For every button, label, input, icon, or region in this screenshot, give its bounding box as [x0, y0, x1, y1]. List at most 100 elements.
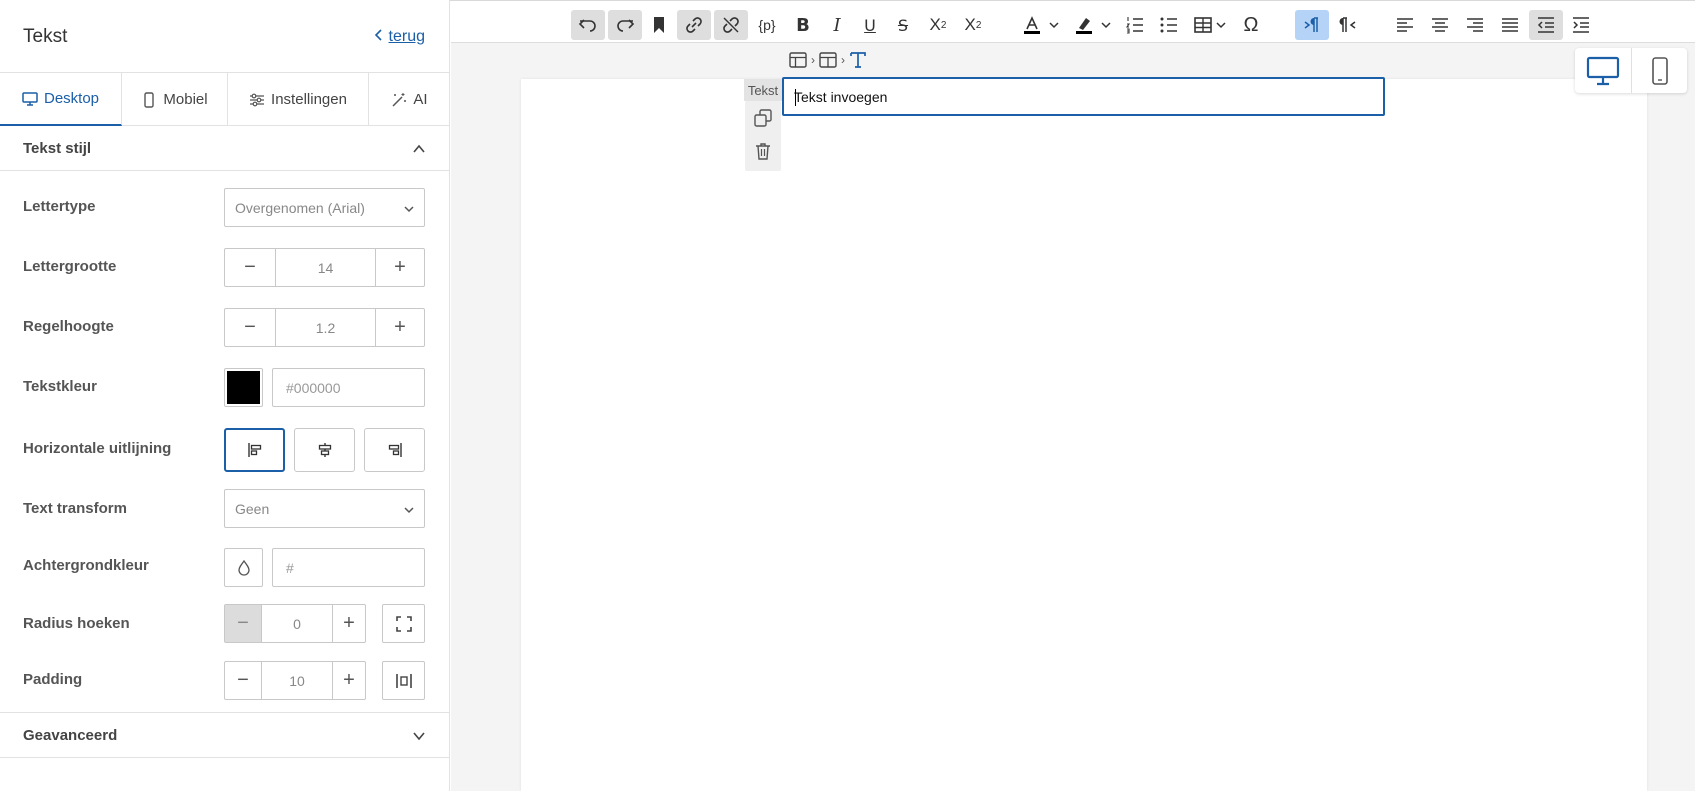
- tab-mobiel[interactable]: Mobiel: [122, 73, 228, 126]
- chevron-up-icon: [413, 144, 425, 153]
- text-color-swatch[interactable]: [224, 368, 263, 407]
- text-block-editor[interactable]: Tekst invoegen: [782, 77, 1385, 116]
- font-size-increment-button[interactable]: +: [376, 249, 424, 286]
- font-size-decrement-button[interactable]: −: [225, 249, 275, 286]
- tab-instellingen-label: Instellingen: [271, 91, 347, 108]
- align-center-text-button[interactable]: [1426, 10, 1454, 40]
- text-color-dropdown[interactable]: [1018, 10, 1064, 40]
- outdent-button[interactable]: [1529, 10, 1563, 40]
- text-transform-select[interactable]: Geen: [224, 489, 425, 528]
- droplet-icon: [237, 559, 250, 576]
- table-dropdown[interactable]: [1190, 10, 1230, 40]
- superscript-button[interactable]: X2: [958, 10, 988, 40]
- back-link[interactable]: terug: [374, 28, 425, 46]
- redo-button[interactable]: [608, 10, 642, 40]
- align-left-text-button[interactable]: [1391, 10, 1419, 40]
- text-transform-label: Text transform: [23, 500, 127, 517]
- bg-color-label: Achtergrondkleur: [23, 557, 149, 574]
- padding-label: Padding: [23, 671, 83, 688]
- text-color-fill: [227, 371, 260, 404]
- magic-wand-icon: [392, 92, 407, 107]
- tab-ai-label: AI: [413, 91, 428, 108]
- text-type-icon[interactable]: [848, 50, 868, 70]
- strikethrough-button[interactable]: S: [889, 10, 917, 40]
- line-height-value[interactable]: 1.2: [275, 309, 376, 346]
- trash-icon[interactable]: [753, 141, 773, 161]
- ltr-button[interactable]: [1295, 10, 1329, 40]
- radius-value[interactable]: 0: [261, 605, 333, 642]
- align-center-icon: [318, 443, 331, 457]
- preview-desktop-button[interactable]: [1575, 48, 1631, 93]
- undo-button[interactable]: [571, 10, 605, 40]
- unlink-button[interactable]: [714, 10, 748, 40]
- table-icon: [1194, 17, 1212, 33]
- italic-button[interactable]: I: [823, 10, 851, 40]
- radius-increment-button[interactable]: +: [333, 605, 365, 642]
- bg-color-input[interactable]: #: [272, 548, 425, 587]
- radius-decrement-button[interactable]: −: [225, 605, 261, 642]
- line-height-decrement-button[interactable]: −: [225, 309, 275, 346]
- bullet-list-button[interactable]: [1155, 10, 1183, 40]
- special-character-button[interactable]: Ω: [1237, 10, 1265, 40]
- placeholder-button[interactable]: {p}: [751, 10, 783, 40]
- align-right-icon: [388, 443, 402, 457]
- link-button[interactable]: [677, 10, 711, 40]
- monitor-icon: [22, 91, 38, 106]
- monitor-icon: [1586, 56, 1620, 85]
- bold-button[interactable]: B: [789, 10, 817, 40]
- align-left-button[interactable]: [224, 428, 285, 472]
- align-left-icon: [247, 443, 261, 457]
- columns-icon[interactable]: [818, 50, 838, 70]
- line-height-increment-button[interactable]: +: [376, 309, 424, 346]
- justify-text-button[interactable]: [1496, 10, 1524, 40]
- sidebar-header: Tekst terug: [0, 0, 450, 73]
- tab-ai[interactable]: AI: [369, 73, 450, 126]
- padding-value[interactable]: 10: [261, 662, 333, 699]
- sliders-icon: [250, 93, 265, 106]
- font-select[interactable]: Overgenomen (Arial): [224, 188, 425, 227]
- email-page: [521, 79, 1647, 791]
- rtl-icon: [1339, 17, 1356, 32]
- font-size-stepper: − 14 +: [224, 248, 425, 287]
- underline-button[interactable]: U: [856, 10, 884, 40]
- align-right-button[interactable]: [364, 428, 425, 472]
- highlight-color-dropdown[interactable]: [1070, 10, 1116, 40]
- section-geavanceerd[interactable]: Geavanceerd: [0, 712, 450, 758]
- text-color-input[interactable]: #000000: [272, 368, 425, 407]
- align-center-button[interactable]: [294, 428, 355, 472]
- section-geavanceerd-label: Geavanceerd: [23, 727, 118, 744]
- sidebar: Tekst terug Desktop Mobiel Instellingen: [0, 0, 450, 791]
- bullet-list-icon: [1160, 17, 1177, 33]
- numbered-list-button[interactable]: [1121, 10, 1149, 40]
- tab-desktop[interactable]: Desktop: [0, 73, 122, 126]
- numbered-list-icon: [1125, 17, 1143, 34]
- chevron-down-icon: [413, 732, 425, 741]
- indent-button[interactable]: [1567, 10, 1595, 40]
- text-transform-value: Geen: [235, 501, 270, 517]
- padding-decrement-button[interactable]: −: [225, 662, 261, 699]
- undo-icon: [578, 19, 596, 32]
- layout-icon[interactable]: [788, 50, 808, 70]
- bg-color-picker-button[interactable]: [224, 548, 263, 587]
- rtl-button[interactable]: [1333, 10, 1363, 40]
- highlighter-icon: [1076, 18, 1092, 34]
- radius-per-corner-button[interactable]: [382, 604, 425, 643]
- font-size-value[interactable]: 14: [275, 249, 376, 286]
- align-right-text-button[interactable]: [1461, 10, 1489, 40]
- duplicate-icon[interactable]: [753, 108, 773, 128]
- padding-per-side-button[interactable]: [382, 661, 425, 700]
- section-tekst-stijl[interactable]: Tekst stijl: [0, 126, 450, 171]
- unlink-icon: [723, 17, 739, 33]
- padding-increment-button[interactable]: +: [333, 662, 365, 699]
- line-height-stepper: − 1.2 +: [224, 308, 425, 347]
- indent-icon: [1573, 17, 1589, 33]
- section-tekst-stijl-label: Tekst stijl: [23, 140, 92, 157]
- link-icon: [686, 17, 702, 33]
- bookmark-button[interactable]: [645, 10, 673, 40]
- redo-icon: [617, 19, 635, 32]
- subscript-button[interactable]: X2: [923, 10, 953, 40]
- text-color-label: Tekstkleur: [23, 378, 97, 395]
- preview-mobile-button[interactable]: [1631, 48, 1687, 93]
- tab-instellingen[interactable]: Instellingen: [228, 73, 369, 126]
- bookmark-icon: [654, 17, 664, 33]
